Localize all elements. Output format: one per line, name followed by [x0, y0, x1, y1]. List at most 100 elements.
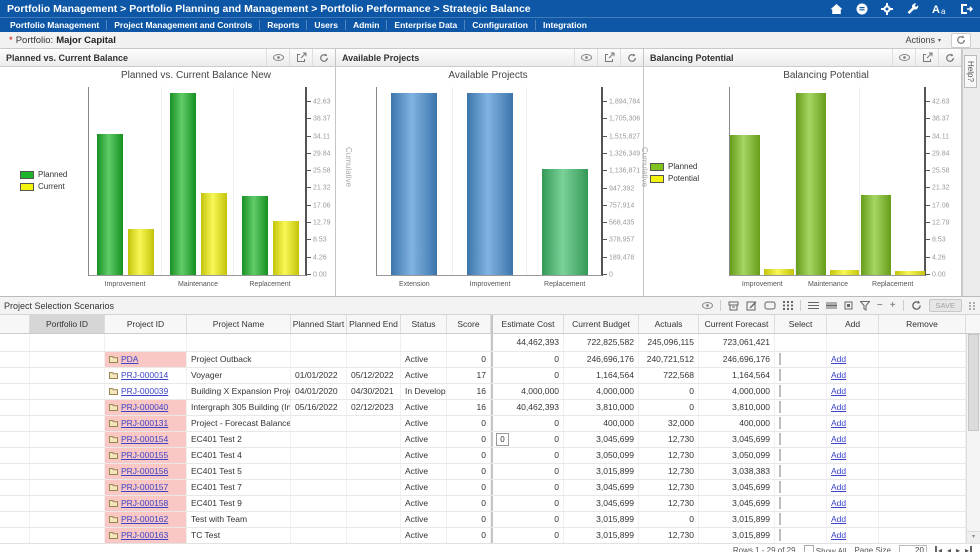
help-tab[interactable]: Help? — [964, 55, 977, 88]
refresh-icon[interactable] — [312, 49, 335, 66]
add-link[interactable]: Add — [831, 418, 846, 428]
menu-item-enterprise-data[interactable]: Enterprise Data — [387, 20, 465, 30]
last-page-button[interactable]: ▸ — [965, 546, 972, 552]
archive-icon[interactable] — [728, 301, 739, 311]
column-header-selector[interactable] — [0, 315, 30, 333]
expand-plus-icon[interactable]: + — [890, 301, 896, 311]
portfolio-value[interactable]: Major Capital — [56, 35, 116, 46]
show-all-checkbox[interactable] — [804, 545, 814, 552]
column-header-current_forecast[interactable]: Current Forecast — [699, 315, 775, 333]
edit-icon[interactable] — [746, 300, 757, 311]
export-icon[interactable] — [915, 49, 938, 66]
project-id-link[interactable]: PRJ-000040 — [121, 402, 168, 412]
column-header-planned_end[interactable]: Planned End — [347, 315, 401, 333]
column-header-actuals[interactable]: Actuals — [639, 315, 699, 333]
row-selector-cell[interactable] — [0, 448, 30, 463]
next-page-button[interactable]: ▸ — [956, 546, 960, 552]
project-id-link[interactable]: PRJ-000162 — [121, 514, 168, 524]
menu-item-portfolio-management[interactable]: Portfolio Management — [3, 20, 107, 30]
add-link[interactable]: Add — [831, 434, 846, 444]
row-selector-cell[interactable] — [0, 384, 30, 399]
row-selector-cell[interactable] — [0, 480, 30, 495]
menu-item-project-management-and-controls[interactable]: Project Management and Controls — [107, 20, 260, 30]
select-checkbox[interactable] — [779, 417, 781, 429]
export-icon[interactable] — [597, 49, 620, 66]
row-selector-cell[interactable] — [0, 512, 30, 527]
menu-item-integration[interactable]: Integration — [536, 20, 594, 30]
select-checkbox[interactable] — [779, 529, 781, 541]
select-checkbox[interactable] — [779, 465, 781, 477]
page-size-input[interactable] — [899, 545, 927, 552]
refresh-page-button[interactable] — [951, 33, 971, 48]
project-id-link[interactable]: PRJ-000131 — [121, 418, 168, 428]
row-selector-cell[interactable] — [0, 528, 30, 543]
project-id-link[interactable]: PRJ-000158 — [121, 498, 168, 508]
project-id-link[interactable]: PRJ-000157 — [121, 482, 168, 492]
add-link[interactable]: Add — [831, 514, 846, 524]
select-checkbox[interactable] — [779, 369, 781, 381]
column-header-estimate_cost[interactable]: Estimate Cost — [491, 315, 564, 333]
logout-icon[interactable] — [960, 3, 973, 15]
row-selector-cell[interactable] — [0, 496, 30, 511]
menu-item-admin[interactable]: Admin — [346, 20, 387, 30]
drag-handle-icon[interactable] — [969, 302, 976, 310]
column-header-planned_start[interactable]: Planned Start — [291, 315, 347, 333]
select-checkbox[interactable] — [779, 449, 781, 461]
scrollbar-thumb[interactable] — [968, 334, 979, 431]
project-id-link[interactable]: PDA — [121, 354, 138, 364]
add-link[interactable]: Add — [831, 498, 846, 508]
save-button[interactable]: SAVE — [929, 299, 962, 312]
vertical-scrollbar[interactable]: ▾ — [966, 334, 980, 543]
column-header-add[interactable]: Add — [827, 315, 879, 333]
actions-dropdown[interactable]: Actions ▾ — [905, 35, 941, 45]
export-icon[interactable] — [289, 49, 312, 66]
filter-icon[interactable] — [860, 301, 870, 311]
select-checkbox[interactable] — [779, 481, 781, 493]
row-selector-cell[interactable] — [0, 352, 30, 367]
home-icon[interactable] — [830, 3, 843, 15]
previous-page-button[interactable]: ◂ — [947, 546, 951, 552]
add-link[interactable]: Add — [831, 370, 846, 380]
row-selector-cell[interactable] — [0, 400, 30, 415]
menu-item-reports[interactable]: Reports — [260, 20, 307, 30]
refresh-icon[interactable] — [911, 300, 922, 311]
scroll-down-arrow[interactable]: ▾ — [967, 531, 980, 543]
menu-item-configuration[interactable]: Configuration — [465, 20, 536, 30]
refresh-icon[interactable] — [620, 49, 643, 66]
select-checkbox[interactable] — [779, 513, 781, 525]
project-id-link[interactable]: PRJ-000156 — [121, 466, 168, 476]
select-checkbox[interactable] — [779, 401, 781, 413]
row-selector-cell[interactable] — [0, 432, 30, 447]
add-link[interactable]: Add — [831, 482, 846, 492]
eye-icon[interactable] — [892, 49, 915, 66]
add-link[interactable]: Add — [831, 450, 846, 460]
settings-gear-icon[interactable] — [881, 3, 893, 15]
column-header-current_budget[interactable]: Current Budget — [564, 315, 639, 333]
select-checkbox[interactable] — [779, 497, 781, 509]
eye-icon[interactable] — [702, 302, 713, 309]
list-detail-icon[interactable] — [808, 301, 819, 310]
select-checkbox[interactable] — [779, 353, 781, 365]
column-header-project_id[interactable]: Project ID — [105, 315, 187, 333]
add-link[interactable]: Add — [831, 466, 846, 476]
add-link[interactable]: Add — [831, 402, 846, 412]
add-link[interactable]: Add — [831, 354, 846, 364]
project-id-link[interactable]: PRJ-000154 — [121, 434, 168, 444]
card-view-icon[interactable] — [764, 301, 776, 310]
show-all-toggle[interactable]: Show All — [804, 545, 847, 552]
project-id-link[interactable]: PRJ-000014 — [121, 370, 168, 380]
grid-view-icon[interactable] — [783, 301, 793, 310]
column-header-score[interactable]: Score — [447, 315, 491, 333]
project-id-link[interactable]: PRJ-000163 — [121, 530, 168, 540]
refresh-icon[interactable] — [938, 49, 961, 66]
select-checkbox[interactable] — [779, 385, 781, 397]
stop-icon[interactable] — [844, 301, 853, 310]
column-header-project_name[interactable]: Project Name — [187, 315, 291, 333]
list-icon[interactable] — [826, 301, 837, 310]
row-selector-cell[interactable] — [0, 416, 30, 431]
tools-wrench-icon[interactable] — [906, 3, 919, 15]
first-page-button[interactable]: ◂ — [935, 546, 942, 552]
column-header-portfolio_id[interactable]: Portfolio ID — [30, 315, 105, 333]
score-edit-box[interactable]: 0 — [496, 433, 509, 446]
menu-item-users[interactable]: Users — [307, 20, 346, 30]
